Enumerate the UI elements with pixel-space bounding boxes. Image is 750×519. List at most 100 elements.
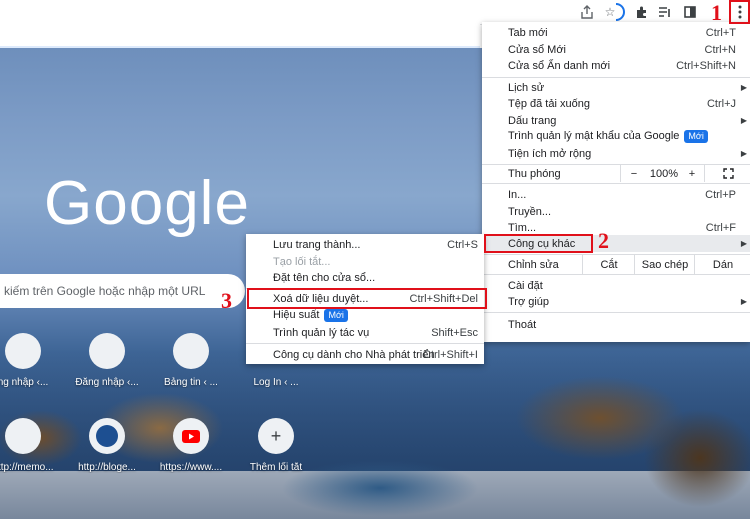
shortcut-tile[interactable]: Đăng nhập ‹... — [74, 333, 140, 388]
zoom-in-button[interactable]: + — [682, 165, 702, 182]
menu-item-bookmarks[interactable]: Dấu trang ▶ — [482, 112, 750, 129]
submenu-item-performance[interactable]: Hiệu suất Mới — [246, 307, 484, 324]
menu-label: Tiện ích mở rộng — [508, 147, 592, 160]
submenu-item-create-shortcut[interactable]: Tạo lối tắt... — [246, 253, 484, 270]
submenu-arrow-icon: ▶ — [740, 239, 747, 248]
menu-shortcut: Ctrl+S — [447, 238, 478, 251]
menu-label: Chỉnh sửa — [508, 258, 559, 271]
shortcut-tile[interactable]: http://memo... — [0, 418, 56, 473]
cut-button[interactable]: Cắt — [582, 255, 635, 274]
shortcut-tile[interactable]: ng nhập ‹... — [0, 333, 56, 388]
shortcut-label: Đăng nhập ‹... — [75, 377, 139, 388]
share-icon[interactable] — [578, 3, 596, 21]
search-box[interactable]: kiếm trên Google hoặc nhập một URL — [0, 274, 245, 308]
shortcut-favicon — [89, 418, 125, 454]
plus-icon: + — [258, 418, 294, 454]
menu-label: Cài đặt — [508, 279, 543, 292]
menu-item-settings[interactable]: Cài đặt — [482, 277, 750, 294]
submenu-arrow-icon: ▶ — [740, 149, 747, 158]
menu-label: Cửa sổ Mới — [508, 43, 566, 56]
menu-item-password-manager[interactable]: Trình quản lý mật khẩu của Google Mới — [482, 128, 750, 145]
highlight-more-tools — [484, 234, 593, 253]
menu-separator — [482, 183, 750, 184]
menu-item-cast[interactable]: Truyền... — [482, 203, 750, 220]
step-number-1: 1 — [711, 0, 722, 25]
submenu-item-dev-tools[interactable]: Công cụ dành cho Nhà phát triển Ctrl+Shi… — [246, 346, 484, 363]
shortcut-label: https://www.... — [159, 462, 223, 473]
copy-button[interactable]: Sao chép — [634, 255, 695, 274]
menu-item-help[interactable]: Trợ giúp ▶ — [482, 293, 750, 310]
shortcut-label: ng nhập ‹... — [0, 377, 49, 388]
menu-label: Lịch sử — [508, 81, 545, 94]
shortcut-favicon — [89, 333, 125, 369]
shortcut-label: http://bloge... — [78, 462, 136, 473]
menu-label: Thu phóng — [508, 167, 561, 180]
menu-label: In... — [508, 188, 527, 201]
submenu-arrow-icon: ▶ — [740, 297, 747, 306]
youtube-icon — [173, 418, 209, 454]
submenu-arrow-icon: ▶ — [740, 83, 747, 92]
menu-shortcut: Ctrl+Shift+I — [422, 348, 478, 361]
reading-list-icon[interactable] — [656, 3, 674, 21]
menu-item-new-tab[interactable]: Tab mới Ctrl+T — [482, 24, 750, 41]
menu-shortcut: Shift+Esc — [431, 326, 478, 339]
menu-item-edit: Chỉnh sửa Cắt Sao chép Dán — [482, 255, 750, 274]
menu-shortcut: Ctrl+T — [705, 26, 736, 39]
zoom-level: 100% — [649, 167, 679, 180]
shortcut-label: Thêm lối tắt — [249, 462, 303, 473]
menu-item-history[interactable]: Lịch sử ▶ — [482, 79, 750, 96]
highlight-kebab-menu — [729, 0, 750, 24]
menu-item-new-window[interactable]: Cửa sổ Mới Ctrl+N — [482, 41, 750, 58]
menu-item-exit[interactable]: Thoát — [482, 316, 750, 333]
menu-label: Cửa sổ Ẩn danh mới — [508, 59, 611, 72]
menu-shortcut: Ctrl+N — [704, 43, 736, 56]
shortcut-tile[interactable]: Bảng tin ‹ ... — [158, 333, 224, 388]
shortcut-favicon — [5, 333, 41, 369]
menu-separator — [482, 77, 750, 78]
menu-separator — [246, 343, 484, 344]
step-number-2: 2 — [598, 228, 609, 253]
new-badge: Mới — [324, 309, 348, 322]
menu-label: Tạo lối tắt... — [273, 255, 331, 268]
submenu-item-save-page[interactable]: Lưu trang thành... Ctrl+S — [246, 236, 484, 253]
menu-label: Công cụ dành cho Nhà phát triển — [273, 348, 435, 361]
add-shortcut-tile[interactable]: + Thêm lối tắt — [243, 418, 309, 473]
menu-item-downloads[interactable]: Tệp đã tải xuống Ctrl+J — [482, 95, 750, 112]
menu-label: Lưu trang thành... — [273, 238, 361, 251]
paste-button[interactable]: Dán — [694, 255, 750, 274]
menu-label: Hiệu suất Mới — [273, 309, 348, 322]
extensions-icon[interactable] — [633, 3, 651, 21]
menu-shortcut: Ctrl+Shift+N — [676, 59, 736, 72]
zoom-out-button[interactable]: − — [620, 165, 647, 182]
submenu-item-name-window[interactable]: Đặt tên cho cửa sổ... — [246, 269, 484, 286]
menu-label: Tìm... — [508, 221, 537, 234]
highlight-clear-data — [247, 288, 487, 309]
menu-label: Trình quản lý mật khẩu của Google Mới — [508, 130, 708, 143]
profile-ring-icon[interactable] — [616, 3, 628, 21]
menu-shortcut: Ctrl+P — [705, 188, 736, 201]
submenu-arrow-icon: ▶ — [740, 116, 747, 125]
shortcut-tile[interactable]: https://www.... — [158, 418, 224, 473]
menu-item-extensions[interactable]: Tiện ích mở rộng ▶ — [482, 145, 750, 162]
menu-item-print[interactable]: In... Ctrl+P — [482, 186, 750, 203]
menu-label: Đặt tên cho cửa sổ... — [273, 271, 376, 284]
menu-label-text: Hiệu suất — [273, 309, 320, 321]
chrome-main-menu: Tab mới Ctrl+T Cửa sổ Mới Ctrl+N Cửa sổ … — [482, 22, 750, 342]
fullscreen-icon[interactable] — [704, 165, 750, 182]
side-panel-icon[interactable] — [681, 3, 699, 21]
menu-shortcut: Ctrl+F — [705, 221, 736, 234]
shortcut-tile[interactable]: http://bloge... — [74, 418, 140, 473]
google-logo: Google — [44, 169, 250, 238]
menu-item-incognito[interactable]: Cửa sổ Ẩn danh mới Ctrl+Shift+N — [482, 57, 750, 74]
address-area — [0, 24, 480, 48]
menu-shortcut: Ctrl+J — [706, 97, 736, 110]
shortcut-favicon — [173, 333, 209, 369]
shortcut-label: Log In ‹ ... — [253, 377, 299, 388]
step-number-3: 3 — [221, 288, 232, 313]
menu-separator — [482, 312, 750, 313]
search-placeholder: kiếm trên Google hoặc nhập một URL — [4, 284, 206, 298]
new-badge: Mới — [684, 130, 708, 143]
shortcut-favicon — [5, 418, 41, 454]
submenu-item-task-manager[interactable]: Trình quản lý tác vụ Shift+Esc — [246, 324, 484, 341]
menu-label: Trình quản lý tác vụ — [273, 326, 370, 339]
